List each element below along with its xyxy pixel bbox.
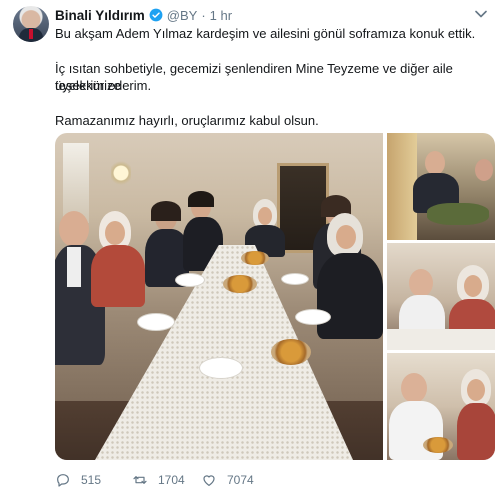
retweet-icon <box>133 476 147 484</box>
reply-count: 515 <box>81 473 102 487</box>
separator-dot: · <box>201 7 206 23</box>
chevron-down-icon[interactable] <box>475 10 487 18</box>
like-count: 7074 <box>227 473 254 487</box>
tweet-text-line: teşekkür ederim. <box>55 78 152 93</box>
bread-basket <box>271 339 311 365</box>
tweet-text-line: Bu akşam Adem Yılmaz kardeşim ve ailesin… <box>55 26 476 41</box>
tweet: Binali Yıldırım @BY · 1 hr Bu akşam Adem… <box>0 0 500 493</box>
author-name[interactable]: Binali Yıldırım <box>55 8 145 23</box>
tweet-media-grid <box>55 133 495 460</box>
chandelier <box>111 153 131 193</box>
photo-two-people-closeup-thumb[interactable] <box>387 353 495 460</box>
plate <box>199 357 243 379</box>
like-button[interactable]: 7074 <box>201 472 254 488</box>
verified-badge-icon <box>149 8 163 22</box>
plate <box>175 273 205 287</box>
retweet-button[interactable]: 1704 <box>132 472 185 488</box>
photo-couch-thumb[interactable] <box>387 133 495 240</box>
reply-button[interactable]: 515 <box>55 472 101 488</box>
like-icon <box>203 475 215 486</box>
avatar-tie <box>29 29 33 39</box>
food-bowl <box>223 275 257 293</box>
photo-dinner-table[interactable] <box>55 133 383 460</box>
tweet-text-line: Ramazanımız hayırlı, oruçlarımız kabul o… <box>55 113 319 128</box>
plate <box>281 273 309 285</box>
plate <box>137 313 175 331</box>
reply-icon <box>57 474 69 487</box>
plate <box>295 309 331 325</box>
tweet-timestamp[interactable]: 1 hr <box>210 8 232 23</box>
author-handle[interactable]: @BY <box>167 8 198 23</box>
tweet-header: Binali Yıldırım @BY · 1 hr <box>55 7 232 23</box>
photo-two-people-thumb[interactable] <box>387 243 495 350</box>
avatar[interactable] <box>13 6 49 42</box>
retweet-count: 1704 <box>158 473 185 487</box>
food-bowl <box>241 251 269 265</box>
